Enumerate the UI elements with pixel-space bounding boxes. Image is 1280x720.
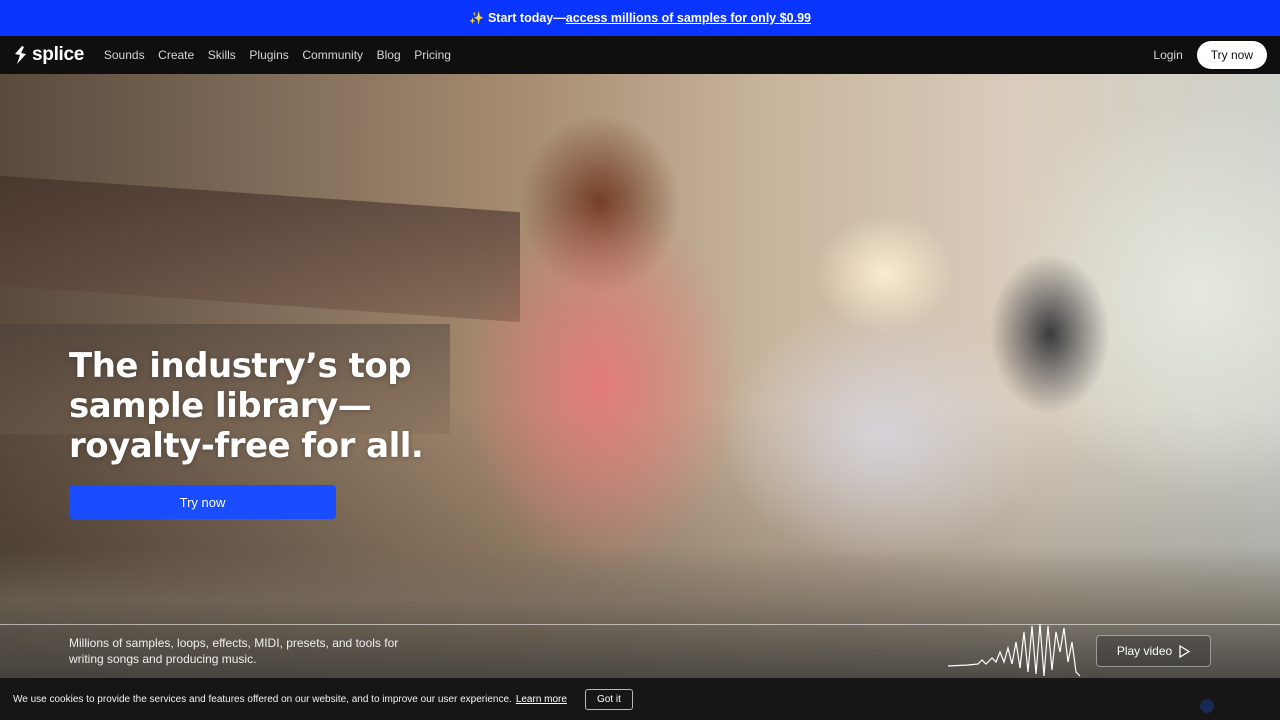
headline-line-2: sample library— [69, 386, 372, 426]
cookie-banner: We use cookies to provide the services a… [0, 678, 1280, 720]
corner-widget[interactable] [1200, 696, 1280, 716]
nav-link-community[interactable]: Community [296, 48, 370, 62]
promo-banner: ✨ Start today— access millions of sample… [0, 0, 1280, 36]
chat-widget-icon [1200, 699, 1214, 713]
hero-description: Millions of samples, loops, effects, MID… [69, 636, 399, 666]
promo-prefix: Start today— [487, 11, 566, 25]
hero-background-shelf [0, 175, 520, 323]
nav-links: Sounds Create Skills Plugins Community B… [97, 48, 458, 62]
nav-link-sounds[interactable]: Sounds [97, 48, 151, 62]
logo-text: splice [32, 44, 85, 65]
nav-link-skills[interactable]: Skills [201, 48, 243, 62]
top-navbar: splice Sounds Create Skills Plugins Comm… [0, 36, 1280, 74]
headline-line-1: The industry’s top [69, 346, 412, 386]
nav-actions: Login Try now [1153, 41, 1267, 69]
nav-link-create[interactable]: Create [151, 48, 201, 62]
learn-more-link[interactable]: Learn more [516, 694, 567, 705]
try-now-hero-button[interactable]: Try now [69, 485, 336, 519]
splice-logo-icon [15, 46, 26, 64]
play-icon [1179, 644, 1191, 658]
nav-link-plugins[interactable]: Plugins [243, 48, 296, 62]
nav-link-pricing[interactable]: Pricing [407, 48, 457, 62]
try-now-nav-button[interactable]: Try now [1196, 41, 1267, 69]
sparkle-icon: ✨ [469, 11, 484, 25]
hero-divider [0, 624, 1280, 625]
splice-logo[interactable]: splice [13, 44, 84, 66]
login-link[interactable]: Login [1153, 48, 1182, 62]
hero-headline: The industry’s top sample library— royal… [69, 346, 489, 466]
headline-line-3: royalty-free for all. [69, 426, 424, 466]
nav-link-blog[interactable]: Blog [370, 48, 408, 62]
got-it-button[interactable]: Got it [584, 688, 633, 710]
promo-link[interactable]: access millions of samples for only $0.9… [566, 11, 811, 25]
play-video-label: Play video [1116, 644, 1173, 658]
waveform-graphic [948, 623, 1081, 677]
play-video-button[interactable]: Play video [1096, 635, 1211, 667]
cookie-text: We use cookies to provide the services a… [13, 693, 512, 705]
